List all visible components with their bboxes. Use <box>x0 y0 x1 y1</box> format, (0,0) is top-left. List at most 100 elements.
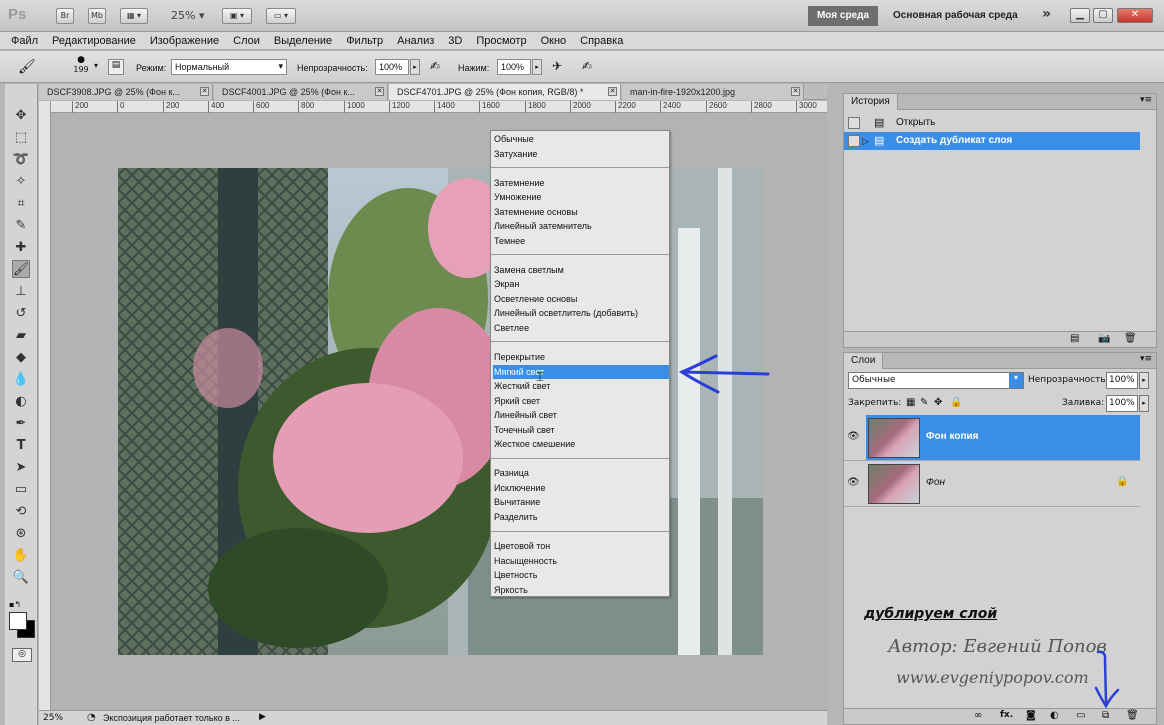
lock-all-icon[interactable]: 🔒 <box>950 397 962 408</box>
blend-pin-light[interactable]: Точечный свет <box>493 423 669 437</box>
tab-history[interactable]: История <box>844 94 898 110</box>
opacity-field[interactable]: 100% <box>375 59 409 75</box>
blend-normal[interactable]: Обычные <box>493 132 669 146</box>
blend-color-dodge[interactable]: Осветление основы <box>493 292 669 306</box>
3d-rotate-tool-icon[interactable]: ⟲ <box>12 502 30 520</box>
pen-tool-icon[interactable]: ✒ <box>12 414 30 432</box>
menu-layers[interactable]: Слои <box>233 35 260 47</box>
blend-divide[interactable]: Разделить <box>493 510 669 524</box>
lock-transparency-icon[interactable]: ▦ <box>906 397 915 408</box>
layer-row[interactable]: Фон копия <box>866 415 1140 461</box>
close-icon[interactable]: ✕ <box>1117 8 1153 23</box>
history-source-checkbox[interactable] <box>848 117 860 129</box>
airbrush-icon[interactable]: ✈ <box>552 59 562 73</box>
blend-overlay[interactable]: Перекрытие <box>493 350 669 364</box>
blend-luminosity[interactable]: Яркость <box>493 583 669 597</box>
snapshot-icon[interactable]: 📷 <box>1098 333 1110 344</box>
blend-linear-light[interactable]: Линейный свет <box>493 408 669 422</box>
menu-help[interactable]: Справка <box>580 35 623 47</box>
trash-icon[interactable]: 🗑 <box>1124 333 1137 344</box>
blend-linear-dodge[interactable]: Линейный осветлитель (добавить) <box>493 306 669 320</box>
crop-tool-icon[interactable]: ⌗ <box>12 194 30 212</box>
blend-lighten[interactable]: Замена светлым <box>493 263 669 277</box>
status-menu-icon[interactable]: ▶ <box>259 712 266 722</box>
default-colors-icon[interactable]: ▪↰ <box>9 600 21 609</box>
clone-stamp-tool-icon[interactable]: ⊥ <box>12 282 30 300</box>
status-zoom[interactable]: 25% <box>43 713 63 723</box>
shape-tool-icon[interactable]: ▭ <box>12 480 30 498</box>
type-tool-icon[interactable]: T <box>12 436 30 454</box>
new-document-from-state-icon[interactable]: ▤ <box>1070 333 1079 344</box>
history-brush-tool-icon[interactable]: ↺ <box>12 304 30 322</box>
dodge-tool-icon[interactable]: ◐ <box>12 392 30 410</box>
minimize-icon[interactable]: ▁ <box>1070 8 1090 23</box>
zoom-level[interactable]: 25% ▾ <box>171 9 204 22</box>
tab-man-in-fire[interactable]: man-in-fire-1920x1200.jpg ✕ <box>622 84 804 100</box>
layer-row[interactable]: Фон 🔒 <box>866 461 1140 507</box>
menu-analysis[interactable]: Анализ <box>397 35 434 47</box>
trash-icon[interactable]: 🗑 <box>1126 710 1139 721</box>
blend-color-burn[interactable]: Затемнение основы <box>493 205 669 219</box>
history-item[interactable]: ▷ ▤ Создать дубликат слоя <box>844 132 1140 150</box>
blend-linear-burn[interactable]: Линейный затемнитель <box>493 219 669 233</box>
blur-tool-icon[interactable]: 💧 <box>12 370 30 388</box>
blend-darken[interactable]: Затемнение <box>493 176 669 190</box>
workspace-my[interactable]: Моя среда <box>808 6 878 26</box>
blend-color[interactable]: Цветность <box>493 568 669 582</box>
blend-exclusion[interactable]: Исключение <box>493 481 669 495</box>
lasso-tool-icon[interactable]: ➰ <box>12 150 30 168</box>
menu-image[interactable]: Изображение <box>150 35 219 47</box>
hand-tool-icon[interactable]: ✋ <box>12 546 30 564</box>
opacity-slider-toggle[interactable]: ▸ <box>1139 372 1149 389</box>
link-layers-icon[interactable]: ∞ <box>974 710 982 721</box>
blend-soft-light[interactable]: Мягкий свет <box>493 365 669 379</box>
history-item[interactable]: ▤ Открыть <box>844 114 1140 132</box>
layer-style-icon[interactable]: fx. <box>1000 710 1013 720</box>
opacity-slider-toggle[interactable]: ▸ <box>410 59 420 75</box>
menu-select[interactable]: Выделение <box>274 35 332 47</box>
maximize-icon[interactable]: ▢ <box>1093 8 1113 23</box>
tablet-pressure-size-icon[interactable]: ✍ <box>582 59 592 73</box>
blend-hard-mix[interactable]: Жесткое смешение <box>493 437 669 451</box>
blend-vivid-light[interactable]: Яркий свет <box>493 394 669 408</box>
blend-mode-dropdown[interactable]: Обычные Затухание Затемнение Умножение З… <box>490 130 670 597</box>
menu-filter[interactable]: Фильтр <box>346 35 383 47</box>
blend-hue[interactable]: Цветовой тон <box>493 539 669 553</box>
menu-view[interactable]: Просмотр <box>476 35 526 47</box>
brush-preset-picker[interactable]: ● 199 <box>70 55 92 74</box>
brush-panel-toggle-icon[interactable]: ▤ <box>108 59 124 75</box>
paint-bucket-tool-icon[interactable]: ◆ <box>12 348 30 366</box>
blend-difference[interactable]: Разница <box>493 466 669 480</box>
lock-position-icon[interactable]: ✥ <box>934 397 942 408</box>
foreground-color-swatch[interactable] <box>9 612 27 630</box>
eye-icon[interactable]: 👁 <box>847 431 860 442</box>
blend-multiply[interactable]: Умножение <box>493 190 669 204</box>
workspace-essentials[interactable]: Основная рабочая среда <box>893 10 1018 21</box>
panel-menu-icon[interactable]: ▾≡ <box>1140 354 1152 364</box>
zoom-tool-icon[interactable]: 🔍 <box>12 568 30 586</box>
flow-slider-toggle[interactable]: ▸ <box>532 59 542 75</box>
tab-layers[interactable]: Слои <box>844 353 884 369</box>
healing-brush-tool-icon[interactable]: ✚ <box>12 238 30 256</box>
blend-subtract[interactable]: Вычитание <box>493 495 669 509</box>
blend-saturation[interactable]: Насыщенность <box>493 554 669 568</box>
status-refresh-icon[interactable]: ◔ <box>87 712 96 723</box>
fill-slider-toggle[interactable]: ▸ <box>1139 395 1149 412</box>
brush-tool-icon[interactable]: 🖌 <box>18 59 36 75</box>
mode-select[interactable]: Нормальный ▾ <box>171 59 287 75</box>
move-tool-icon[interactable]: ✥ <box>12 106 30 124</box>
blend-screen[interactable]: Экран <box>493 277 669 291</box>
arrange-documents-button[interactable]: ▣ ▾ <box>222 8 252 24</box>
history-source-checkbox[interactable] <box>848 135 860 147</box>
magic-wand-tool-icon[interactable]: ✧ <box>12 172 30 190</box>
menu-file[interactable]: Файл <box>11 35 38 47</box>
close-icon[interactable]: ✕ <box>791 87 800 96</box>
marquee-tool-icon[interactable]: ⬚ <box>12 128 30 146</box>
path-selection-tool-icon[interactable]: ➤ <box>12 458 30 476</box>
layer-blend-select[interactable]: Обычные ▾ <box>848 372 1024 389</box>
close-icon[interactable]: ✕ <box>200 87 209 96</box>
add-mask-icon[interactable]: ◙ <box>1026 710 1036 721</box>
screen-mode-button[interactable]: ▭ ▾ <box>266 8 296 24</box>
close-icon[interactable]: ✕ <box>375 87 384 96</box>
mini-bridge-button[interactable]: Mb <box>88 8 106 24</box>
